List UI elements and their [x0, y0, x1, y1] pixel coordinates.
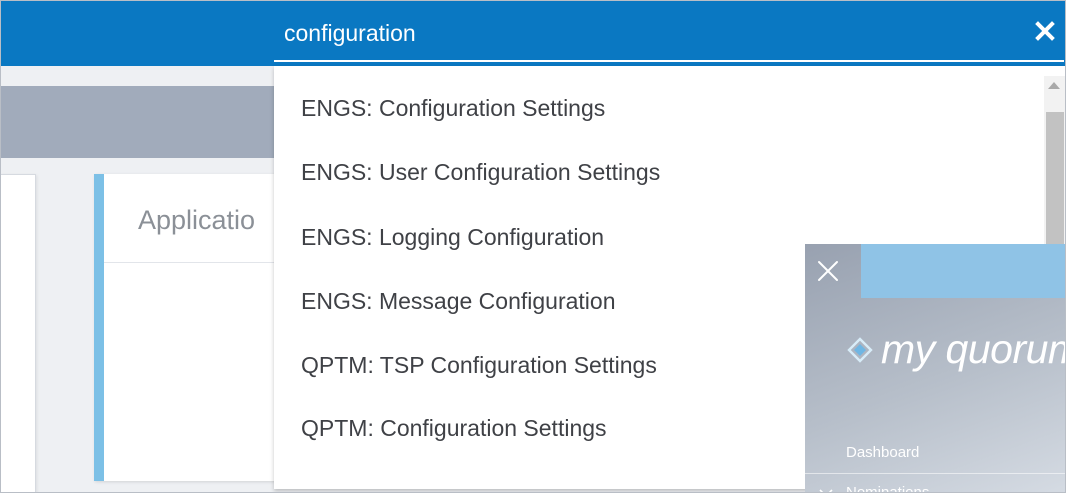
nav-divider [805, 473, 1066, 474]
nav-item-label: Nominations [846, 484, 930, 493]
close-icon[interactable] [1030, 16, 1060, 46]
applications-card: Applicatio [94, 174, 294, 481]
card-divider [104, 262, 294, 263]
top-search-bar [0, 0, 1066, 66]
nav-item-dashboard[interactable]: Dashboard [846, 444, 919, 461]
diamond-logo-icon [847, 336, 873, 363]
suggestion-item[interactable]: ENGS: Message Configuration [301, 288, 616, 315]
side-menu-header [861, 244, 1066, 298]
suggestion-item[interactable]: ENGS: Configuration Settings [301, 95, 605, 122]
nav-item-nominations[interactable]: Nominations [819, 484, 929, 493]
close-icon[interactable] [815, 258, 841, 284]
dashboard-card [0, 174, 36, 493]
search-input[interactable] [274, 12, 1018, 54]
brand-name: my quorum [881, 326, 1066, 372]
suggestion-item[interactable]: ENGS: Logging Configuration [301, 224, 604, 251]
search-underline [274, 60, 1064, 62]
side-menu-panel: my quorum Dashboard Nominations [805, 244, 1066, 493]
scroll-thumb[interactable] [1046, 112, 1064, 262]
suggestion-item[interactable]: QPTM: Configuration Settings [301, 415, 607, 442]
card-title: Applicatio [138, 205, 256, 235]
scroll-up-arrow-icon[interactable] [1048, 82, 1060, 89]
suggestion-item[interactable]: ENGS: User Configuration Settings [301, 159, 660, 186]
suggestion-item[interactable]: QPTM: TSP Configuration Settings [301, 352, 657, 379]
chevron-down-icon [819, 488, 833, 493]
brand-logo: my quorum [847, 326, 1066, 373]
